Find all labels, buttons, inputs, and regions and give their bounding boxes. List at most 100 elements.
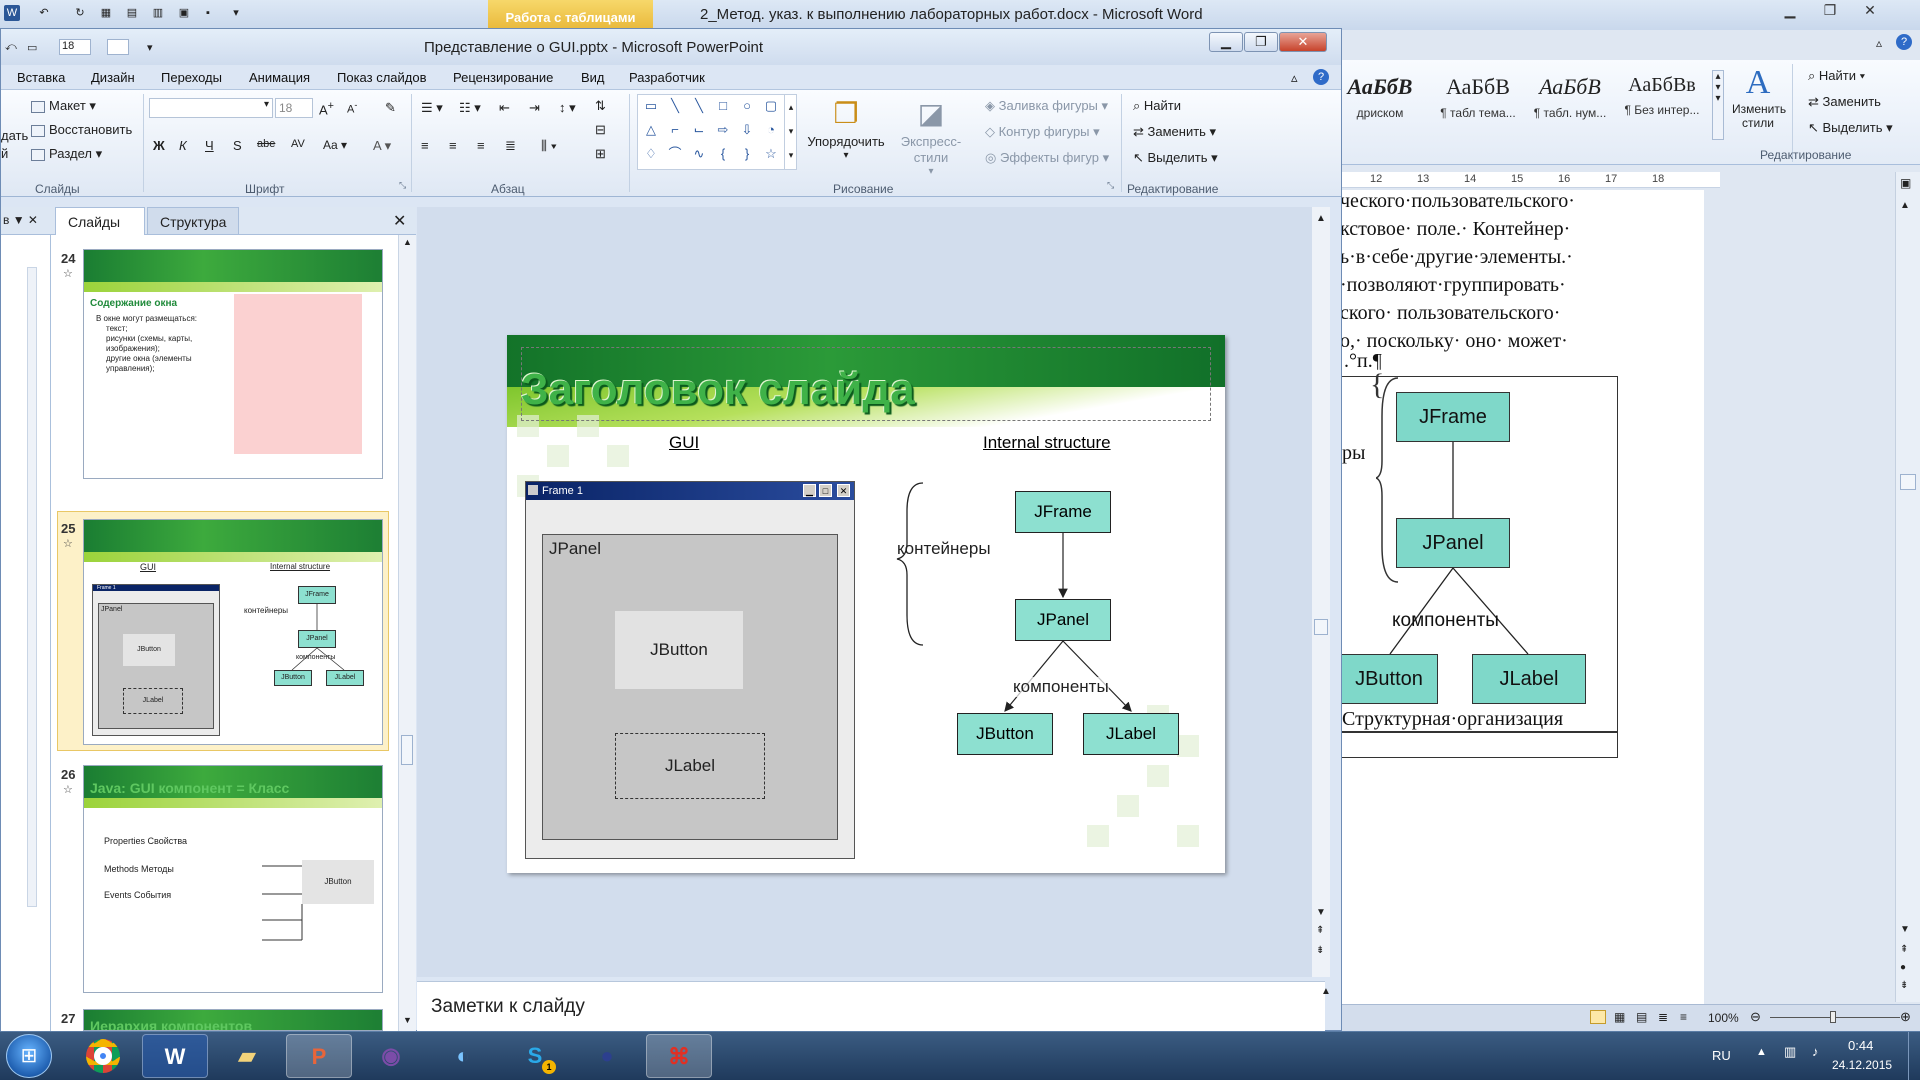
section-button[interactable]: Раздел ▾ (31, 146, 102, 162)
change-styles-button[interactable]: A Изменить стили (1732, 64, 1786, 130)
quick-styles-button[interactable]: ◪ Экспресс-стили ▾ (885, 94, 977, 177)
full-screen-icon[interactable]: ▦ (1614, 1010, 1625, 1024)
doc-jbutton-box[interactable]: JButton (1340, 654, 1438, 704)
decrease-indent-icon[interactable]: ⇤ (499, 100, 510, 116)
scroll-thumb[interactable] (1900, 474, 1916, 490)
qat-color-box[interactable] (107, 39, 129, 55)
shadow-icon[interactable]: S (233, 138, 242, 153)
tab-developer[interactable]: Разработчик (629, 70, 705, 85)
qat-font-size[interactable]: 18 (59, 39, 91, 55)
shape-effects-button[interactable]: ◎ Эффекты фигур ▾ (985, 150, 1109, 166)
thumb-scroll-thumb[interactable] (401, 735, 413, 765)
line2-shape-icon[interactable]: ╲ (690, 99, 708, 113)
ppt-find-button[interactable]: ⌕ Найти (1133, 98, 1181, 114)
ppt-select-button[interactable]: ↖ Выделить ▾ (1133, 150, 1218, 166)
acrobat-icon[interactable]: ⌘ (646, 1034, 712, 1078)
style-1[interactable]: АаБбВ дриском (1334, 74, 1426, 134)
powerpoint-icon[interactable]: P (286, 1034, 352, 1078)
jbutton-box[interactable]: JButton (957, 713, 1053, 755)
elbow2-shape-icon[interactable]: ⌙ (690, 123, 708, 137)
rect-shape-icon[interactable]: □ (714, 99, 732, 113)
outline-pane[interactable]: в ▼ ✕ (1, 207, 51, 1031)
ppt-qat-icon[interactable]: ▭ (27, 41, 37, 54)
textbox-shape-icon[interactable]: ▭ (642, 99, 660, 113)
outline-scrollbar[interactable] (27, 267, 37, 907)
prev-slide-icon[interactable]: ⇞ (1316, 925, 1324, 936)
context-tab-table-tools[interactable]: Работа с таблицами (488, 0, 653, 30)
shrink-font-icon[interactable]: A- (347, 100, 357, 116)
tab-design[interactable]: Дизайн (91, 70, 135, 85)
underline-icon[interactable]: Ч (205, 138, 214, 153)
show-desktop-button[interactable] (1908, 1032, 1920, 1080)
justify-icon[interactable]: ≣ (505, 138, 516, 154)
format-painter-icon[interactable]: ▦ (98, 5, 114, 21)
dialog-launcher-icon[interactable]: ⤡ (399, 180, 406, 191)
shapes-gallery-scroll[interactable]: ▴ ▾ ▾ (784, 95, 797, 169)
bold-icon[interactable]: Ж (153, 138, 165, 153)
align-text-icon[interactable]: ⊟ (595, 122, 606, 138)
word-app-icon[interactable]: W (4, 5, 20, 21)
ribbon-collapse-icon[interactable]: ▵ (1876, 36, 1882, 50)
save-icon[interactable]: ▪ (200, 5, 216, 21)
shape-outline-button[interactable]: ◇ Контур фигуры ▾ (985, 124, 1100, 140)
doc-jlabel-box[interactable]: JLabel (1472, 654, 1586, 704)
minimize-icon[interactable]: ▁ (1770, 0, 1810, 20)
ppt-restore-icon[interactable]: ❐ (1244, 32, 1278, 52)
line-spacing-icon[interactable]: ↕ ▾ (559, 100, 576, 116)
ppt-qat-icon[interactable]: ⤺ (5, 41, 17, 54)
eclipse-icon[interactable]: ◉ (358, 1034, 424, 1078)
tab-view[interactable]: Вид (581, 70, 605, 85)
paste-icon[interactable]: ▣ (176, 5, 192, 21)
line-shape-icon[interactable]: ╲ (666, 99, 684, 113)
ppt-minimize-icon[interactable]: ▁ (1209, 32, 1243, 52)
help-icon[interactable]: ? (1896, 34, 1912, 50)
ppt-help-icon[interactable]: ? (1313, 69, 1329, 85)
elbow-shape-icon[interactable]: ⌐ (666, 123, 684, 137)
align-right-icon[interactable]: ≡ (477, 138, 485, 153)
ppt-ribbon-collapse-icon[interactable]: ▵ (1291, 70, 1298, 86)
word-icon[interactable]: W (142, 1034, 208, 1078)
word-vertical-scrollbar[interactable]: ▣ ▲ ▼ ⇞ ● ⇟ (1895, 172, 1920, 1002)
rounded-rect-shape-icon[interactable]: ▢ (762, 99, 780, 113)
text-direction-icon[interactable]: ⇅ (595, 98, 606, 114)
font-size-input[interactable]: 18 (275, 98, 313, 118)
print-layout-icon[interactable] (1590, 1010, 1606, 1024)
triangle-shape-icon[interactable]: △ (642, 123, 660, 137)
notes-placeholder[interactable]: Заметки к слайду (431, 996, 585, 1018)
media-icon[interactable]: ◐ (430, 1034, 496, 1078)
gui-label[interactable]: GUI (669, 433, 699, 453)
language-indicator[interactable]: RU (1712, 1048, 1731, 1063)
qat-dropdown-icon[interactable]: ▾ (228, 5, 244, 21)
word-find-button[interactable]: ⌕ Найти ▾ (1808, 68, 1865, 84)
style-4[interactable]: АаБбВв ¶ Без интер... (1616, 74, 1708, 134)
styles-scroll-icon[interactable]: ▴ ▾ ▾ (1712, 70, 1724, 140)
spacing-icon[interactable]: AV (291, 138, 305, 150)
pane-tab-slides[interactable]: Слайды (55, 207, 145, 235)
down-arrow-shape-icon[interactable]: ⇩ (738, 123, 756, 137)
tab-transitions[interactable]: Переходы (161, 70, 222, 85)
columns-icon[interactable]: ⫼ ▾ (541, 138, 557, 154)
qat-dropdown-icon[interactable]: ▾ (147, 41, 153, 54)
jframe-box[interactable]: JFrame (1015, 491, 1111, 533)
print-icon[interactable]: ▥ (150, 5, 166, 21)
increase-indent-icon[interactable]: ⇥ (529, 100, 540, 116)
drawing-dialog-launcher-icon[interactable]: ⤡ (1107, 180, 1114, 191)
brace-right-shape-icon[interactable]: } (738, 147, 756, 161)
draft-icon[interactable]: ≡ (1680, 1010, 1687, 1024)
slide-thumbnail-25[interactable]: GUI Internal structure Frame 1 JPanel JB… (83, 519, 383, 745)
word-replace-button[interactable]: ⇄ Заменить (1808, 94, 1881, 110)
right-arrow-shape-icon[interactable]: ⇨ (714, 123, 732, 137)
arc-shape-icon[interactable]: ⌒ (666, 147, 684, 161)
word-select-button[interactable]: ↖ Выделить ▾ (1808, 120, 1893, 136)
frame1-window-image[interactable]: Frame 1 ▁ □ ✕ JPanel JButton JLabel (525, 481, 855, 859)
notes-scroll-up-icon[interactable]: ▲ (1321, 986, 1331, 997)
shape-fill-button[interactable]: ◈ Заливка фигуры ▾ (985, 98, 1108, 114)
align-center-icon[interactable]: ≡ (449, 138, 457, 153)
restore-icon[interactable]: ❐ (1810, 0, 1850, 20)
font-color-icon[interactable]: A ▾ (373, 138, 391, 154)
word-document-page[interactable]: ческого·пользовательского· кстовое· поле… (1340, 190, 1704, 1004)
clear-format-icon[interactable]: ✎ (385, 100, 396, 116)
outline-icon[interactable]: ≣ (1658, 1010, 1668, 1024)
align-left-icon[interactable]: ≡ (421, 138, 429, 153)
shapes-gallery[interactable]: ▭ ╲ ╲ □ ○ ▢ △ ⌐ ⌙ ⇨ ⇩ ◔ ♢ ⌒ ∿ { } ☆ ▴ ▾ ▾ (637, 94, 797, 170)
